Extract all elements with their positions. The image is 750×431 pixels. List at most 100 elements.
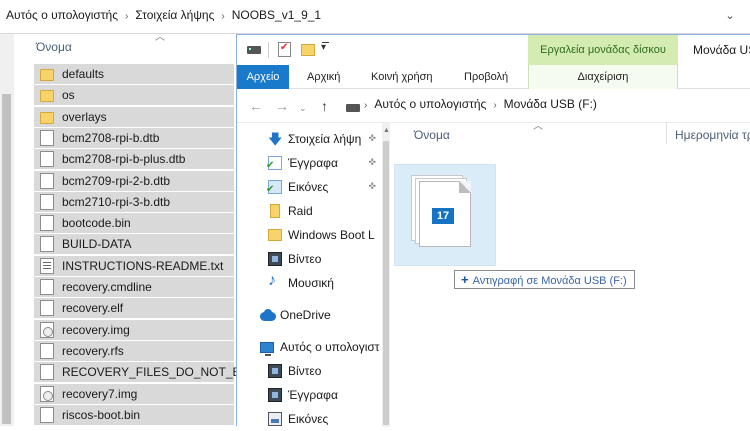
file-name: RECOVERY_FILES_DO_NOT_EDIT <box>62 365 260 380</box>
breadcrumb-item[interactable]: Αυτός ο υπολογιστής <box>6 8 118 22</box>
file-row[interactable]: riscos-boot.bin <box>34 404 234 425</box>
tab-home[interactable]: Αρχική <box>307 65 340 89</box>
file-row[interactable]: recovery.img <box>34 319 234 340</box>
this-pc-icon <box>260 341 274 356</box>
recent-locations-chevron-icon[interactable]: ⌄ <box>299 98 307 118</box>
videos-icon <box>268 252 282 266</box>
nav-pane-label: Μουσική <box>288 276 334 290</box>
nav-pane-item[interactable]: Εικόνες <box>237 407 382 431</box>
file-row[interactable]: bcm2710-rpi-3-b.dtb <box>34 191 234 212</box>
videos-icon <box>268 364 282 378</box>
pin-icon[interactable]: ✜ <box>368 181 376 192</box>
background-scrollbar[interactable] <box>0 34 14 426</box>
tab-file[interactable]: Αρχείο <box>237 65 289 89</box>
file-row[interactable]: recovery7.img <box>34 383 234 404</box>
forward-arrow-icon[interactable]: → <box>275 96 289 116</box>
navigation-pane-scrollbar[interactable] <box>382 123 390 427</box>
music-icon <box>268 272 282 290</box>
nav-pane-item[interactable]: Εικόνες ✜ <box>237 175 382 199</box>
chevron-right-icon[interactable]: › <box>221 11 224 22</box>
file-row[interactable]: RECOVERY_FILES_DO_NOT_EDIT <box>34 362 260 383</box>
file-name: recovery.rfs <box>62 343 124 358</box>
nav-pane-label: Εικόνες <box>288 180 329 194</box>
new-folder-icon[interactable] <box>301 44 315 56</box>
tab-view[interactable]: Προβολή <box>464 65 508 89</box>
file-row[interactable]: overlays <box>34 106 234 127</box>
disc-image-icon <box>40 385 54 402</box>
file-row[interactable]: recovery.elf <box>34 298 234 319</box>
nav-pane-item[interactable]: OneDrive <box>237 303 382 327</box>
column-header-name[interactable]: Όνομα <box>36 40 72 54</box>
breadcrumb-item[interactable]: Στοιχεία λήψης <box>135 8 214 22</box>
address-history-chevron-icon[interactable]: ⌄ <box>720 6 740 26</box>
breadcrumb-item[interactable]: NOOBS_v1_9_1 <box>232 8 321 22</box>
breadcrumb-item[interactable]: Μονάδα USB (F:) <box>504 97 597 111</box>
ribbon-tabs: Αρχείο Αρχική Κοινή χρήση Προβολή Διαχεί… <box>237 65 750 89</box>
file-name: recovery.cmdline <box>62 280 152 294</box>
file-row[interactable]: os <box>34 85 234 106</box>
scrollbar-thumb[interactable] <box>383 141 389 425</box>
chevron-right-icon[interactable]: › <box>493 100 496 111</box>
file-row[interactable]: INSTRUCTIONS-README.txt <box>34 255 234 276</box>
nav-pane-item[interactable]: Έγγραφα <box>237 383 382 407</box>
pin-icon[interactable]: ✜ <box>368 133 376 144</box>
tab-share[interactable]: Κοινή χρήση <box>371 65 433 89</box>
file-name: recovery.img <box>62 322 130 337</box>
nav-pane-item[interactable]: Βίντεο <box>237 247 382 271</box>
file-name: bootcode.bin <box>62 216 131 231</box>
file-icon <box>40 364 54 381</box>
back-arrow-icon[interactable]: ← <box>249 96 263 116</box>
file-name: riscos-boot.bin <box>62 407 141 422</box>
file-icon <box>40 279 54 295</box>
file-icon <box>40 342 54 359</box>
file-row[interactable]: bcm2708-rpi-b.dtb <box>34 127 234 148</box>
file-name: BUILD-DATA <box>62 237 132 252</box>
properties-icon[interactable] <box>278 42 291 57</box>
file-row[interactable]: BUILD-DATA <box>34 234 234 255</box>
pictures-icon <box>268 412 282 426</box>
background-address-bar[interactable]: Αυτός ο υπολογιστής › Στοιχεία λήψης › NOOBS… <box>0 0 750 34</box>
scroll-up-icon[interactable]: ▲ <box>383 127 390 134</box>
file-row[interactable]: recovery.rfs <box>34 340 234 361</box>
nav-pane-item[interactable]: Windows Boot L <box>237 223 382 247</box>
file-icon <box>40 129 54 146</box>
file-name: bcm2708-rpi-b.dtb <box>62 130 160 145</box>
file-row[interactable]: defaults <box>34 64 234 84</box>
tab-manage[interactable]: Διαχείριση <box>528 65 678 89</box>
nav-pane-item[interactable]: Αυτός ο υπολογιστ <box>237 335 382 359</box>
file-name: recovery.elf <box>62 301 124 316</box>
folder-icon <box>40 69 54 81</box>
file-icon <box>40 215 54 232</box>
nav-pane-item[interactable]: Έγγραφα ✜ <box>237 151 382 175</box>
nav-pane-item[interactable]: Στοιχεία λήψη ✜ <box>237 127 382 151</box>
scrollbar-thumb[interactable] <box>2 94 11 424</box>
file-row[interactable]: bcm2709-rpi-2-b.dtb <box>34 170 234 191</box>
file-row[interactable]: recovery.cmdline <box>34 277 234 297</box>
column-header-name[interactable]: Όνομα <box>414 128 450 142</box>
chevron-right-icon[interactable]: › <box>125 11 128 22</box>
nav-pane-label: Εικόνες <box>288 412 329 426</box>
up-arrow-icon[interactable]: ↑ <box>321 96 328 116</box>
sort-ascending-icon: ︿ <box>533 121 543 132</box>
column-header-date[interactable]: Ημερομηνία τρ <box>675 128 750 142</box>
file-row[interactable]: bcm2708-rpi-b-plus.dtb <box>34 149 234 170</box>
nav-pane-label: OneDrive <box>280 308 331 322</box>
disc-image-icon <box>40 321 54 338</box>
nav-pane-label: Στοιχεία λήψη <box>288 132 362 146</box>
chevron-right-icon[interactable]: › <box>364 100 367 111</box>
download-icon <box>268 129 282 151</box>
file-row[interactable]: bootcode.bin <box>34 213 234 234</box>
background-column-header[interactable]: Όνομα <box>14 34 236 60</box>
file-icon <box>40 151 54 168</box>
nav-pane-item[interactable]: Raid <box>237 199 382 223</box>
nav-pane-item[interactable]: Βίντεο <box>237 359 382 383</box>
folder-icon <box>268 229 282 241</box>
drive-icon <box>247 46 261 54</box>
breadcrumb-item[interactable]: Αυτός ο υπολογιστής <box>374 97 486 111</box>
column-divider[interactable] <box>666 122 667 144</box>
customize-toolbar-icon[interactable]: ▾ <box>321 42 330 53</box>
usb-breadcrumb[interactable]: › Αυτός ο υπολογιστής › Μονάδα USB (F:) <box>364 97 597 111</box>
file-name: bcm2710-rpi-3-b.dtb <box>62 194 171 209</box>
pin-icon[interactable]: ✜ <box>368 157 376 168</box>
nav-pane-item[interactable]: Μουσική <box>237 271 382 295</box>
